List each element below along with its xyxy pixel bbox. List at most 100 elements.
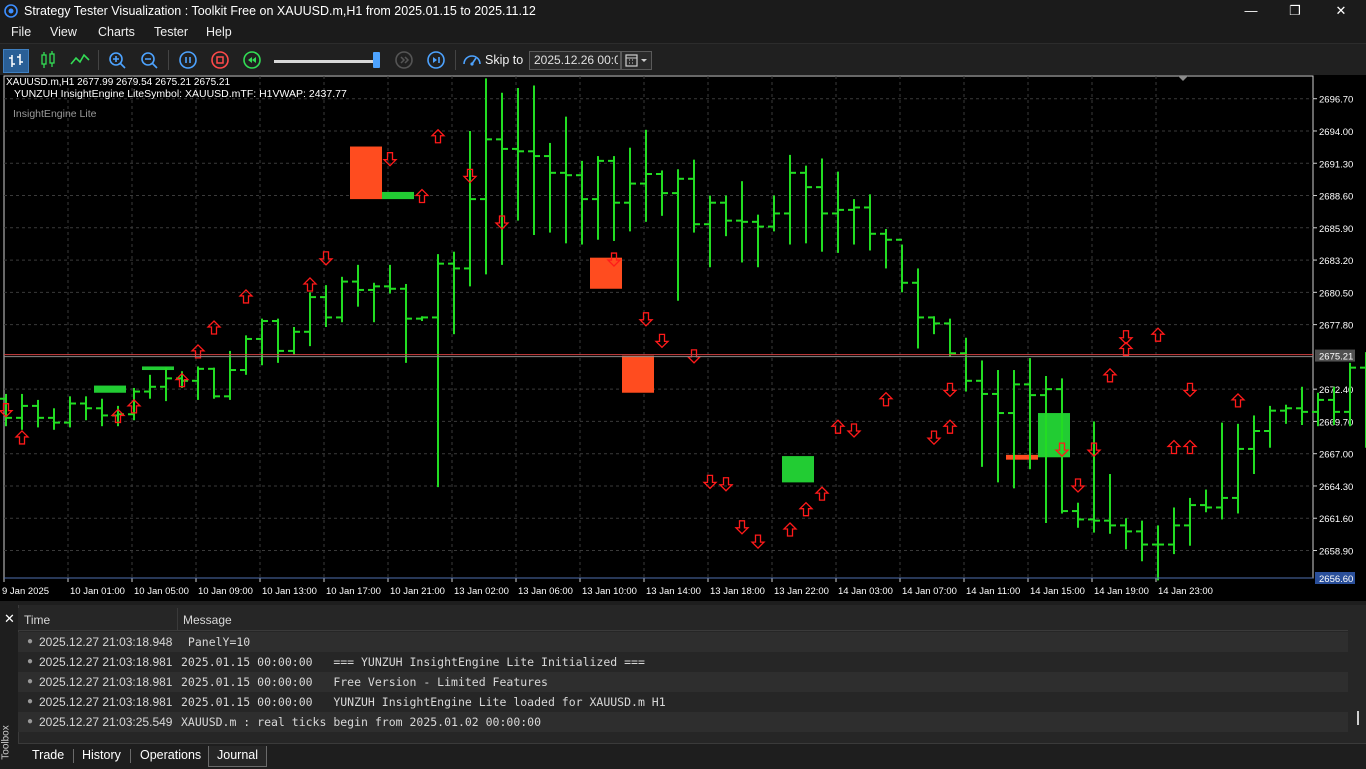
step-forward-icon <box>395 51 413 69</box>
time-tick-label: 13 Jan 10:00 <box>582 586 637 597</box>
journal-row[interactable]: ● 2025.12.27 21:03:18.981 2025.01.15 00:00… <box>18 692 1348 712</box>
skip-to-button[interactable] <box>460 49 484 71</box>
time-tick-label: 10 Jan 09:00 <box>198 586 253 597</box>
arrow-down-icon <box>1182 382 1198 398</box>
stop-button[interactable] <box>208 49 232 71</box>
time-tick-label: 13 Jan 18:00 <box>710 586 765 597</box>
rewind-icon <box>243 51 261 69</box>
speed-slider-track[interactable] <box>274 60 378 63</box>
row-time: 2025.12.27 21:03:18.981 <box>39 695 173 709</box>
time-tick-label: 14 Jan 03:00 <box>838 586 893 597</box>
title-bar: Strategy Tester Visualization : Toolkit … <box>0 0 1366 23</box>
price-tick-label: 2677.80 <box>1319 321 1353 332</box>
signal-box <box>782 456 814 483</box>
arrow-up-icon <box>206 320 222 335</box>
menu-charts[interactable]: Charts <box>98 25 135 39</box>
line-chart-button[interactable] <box>68 49 92 71</box>
zoom-out-button[interactable] <box>138 49 162 71</box>
tab-journal[interactable]: Journal <box>208 746 267 767</box>
signal-box <box>142 366 174 371</box>
time-tick-label: 9 Jan 2025 <box>2 586 49 597</box>
price-tick-label: 2680.50 <box>1319 288 1353 299</box>
time-tick-label: 10 Jan 13:00 <box>262 586 317 597</box>
price-tick-label: 2669.70 <box>1319 417 1353 428</box>
signal-box <box>622 355 654 393</box>
tab-trade[interactable]: Trade <box>24 746 72 766</box>
row-time: 2025.12.27 21:03:25.549 <box>39 715 173 729</box>
price-tick-label: 2694.00 <box>1319 127 1353 138</box>
signal-box <box>94 385 126 393</box>
bar-chart-button[interactable] <box>3 49 29 73</box>
maximize-button[interactable]: ❐ <box>1272 0 1318 23</box>
journal-scrollbar[interactable] <box>1350 633 1364 743</box>
tab-operations[interactable]: Operations <box>132 746 209 766</box>
column-divider[interactable] <box>177 608 178 630</box>
arrow-down-icon <box>734 520 750 535</box>
arrow-up-icon <box>1230 392 1246 408</box>
toolbar-separator <box>98 50 99 70</box>
speed-slider-thumb[interactable] <box>373 52 380 68</box>
arrow-down-icon <box>318 251 334 266</box>
arrow-down-icon <box>654 333 670 349</box>
journal-row[interactable]: ● 2025.12.27 21:03:25.549 XAUUSD.m : real … <box>18 712 1348 732</box>
zoom-out-icon <box>141 52 158 69</box>
price-tick-label: 2683.20 <box>1319 256 1353 267</box>
time-tick-label: 10 Jan 17:00 <box>326 586 381 597</box>
arrow-down-icon <box>638 312 654 327</box>
menu-file[interactable]: File <box>11 25 31 39</box>
menu-view[interactable]: View <box>50 25 77 39</box>
time-tick-label: 13 Jan 22:00 <box>774 586 829 597</box>
arrow-up-icon <box>14 430 30 445</box>
rewind-button[interactable] <box>240 49 264 71</box>
stop-icon <box>211 51 229 69</box>
journal-row[interactable]: ● 2025.12.27 21:03:18.981 2025.01.15 00:00… <box>18 672 1348 692</box>
candlestick-button[interactable] <box>36 49 60 71</box>
step-forward-button[interactable] <box>392 49 416 71</box>
toolbox-close-icon[interactable]: ✕ <box>4 611 15 627</box>
time-tick-label: 13 Jan 14:00 <box>646 586 701 597</box>
toolbox-tabs: Trade History Operations Journal <box>18 743 1366 769</box>
price-chart[interactable]: 2696.70 2694.00 2691.30 2688.60 2685.90 2683.… <box>0 75 1366 601</box>
zoom-in-button[interactable] <box>106 49 130 71</box>
toolbox-label: Toolbox <box>0 725 12 760</box>
menu-help[interactable]: Help <box>206 25 232 39</box>
column-message[interactable]: Message <box>183 613 232 627</box>
price-tick-label: 2661.60 <box>1319 514 1353 525</box>
window-title: Strategy Tester Visualization : Toolkit … <box>24 4 536 18</box>
column-time[interactable]: Time <box>24 613 50 627</box>
scrollbar-thumb[interactable] <box>1357 711 1359 725</box>
row-bullet-icon: ● <box>27 676 34 687</box>
arrow-up-icon <box>1150 327 1166 342</box>
tab-separator <box>130 749 131 763</box>
journal-header: Time Message <box>18 608 1348 631</box>
close-button[interactable]: ✕ <box>1318 0 1364 23</box>
arrow-down-icon <box>718 477 734 492</box>
pause-button[interactable] <box>176 49 200 71</box>
tab-history[interactable]: History <box>74 746 129 766</box>
journal-row[interactable]: ● 2025.12.27 21:03:18.948 PanelY=10 <box>18 632 1348 652</box>
minimize-button[interactable]: — <box>1228 0 1274 23</box>
menu-tester[interactable]: Tester <box>154 25 188 39</box>
indicator-info: YUNZUH InsightEngine LiteSymbol: XAUUSD.… <box>14 88 347 100</box>
price-tick-label: 2672.40 <box>1319 385 1353 396</box>
date-picker-button[interactable] <box>621 51 652 70</box>
price-tick-label: 2664.30 <box>1319 482 1353 493</box>
arrow-up-icon <box>798 501 814 517</box>
chart-shift-marker-icon <box>1178 76 1188 81</box>
skip-end-button[interactable] <box>424 49 448 71</box>
chart-canvas[interactable]: 2696.70 2694.00 2691.30 2688.60 2685.90 2683.… <box>0 75 1366 601</box>
chart-symbol-info: XAUUSD.m,H1 2677.99 2679.54 2675.21 2675… <box>6 77 231 88</box>
row-bullet-icon: ● <box>27 696 34 707</box>
price-tick-label: 2696.70 <box>1319 95 1353 106</box>
price-tick-label: 2691.30 <box>1319 159 1353 170</box>
price-tick-label: 2658.90 <box>1319 547 1353 558</box>
zoom-in-icon <box>109 52 126 69</box>
arrow-up-icon <box>414 188 430 204</box>
arrow-up-icon <box>830 419 846 434</box>
skip-date-field[interactable] <box>529 51 621 70</box>
toolbar-separator <box>168 50 169 70</box>
journal-row[interactable]: ● 2025.12.27 21:03:18.981 2025.01.15 00:00… <box>18 652 1348 672</box>
row-message: 2025.01.15 00:00:00 YUNZUH InsightEngine… <box>181 695 666 709</box>
calendar-icon <box>625 54 647 67</box>
signal-box <box>350 146 382 200</box>
